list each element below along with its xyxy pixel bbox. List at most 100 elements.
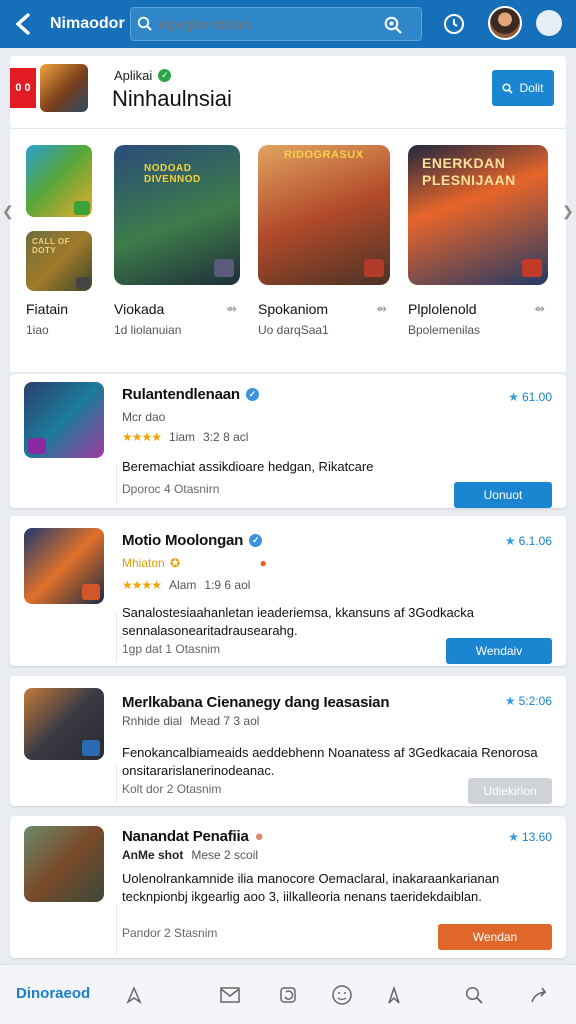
carousel-sub-4: Bpolemenilas [408, 323, 481, 337]
game-title-text: Nanandat Penafiia [122, 828, 249, 845]
header-action-label: Dolit [519, 81, 544, 95]
search-input[interactable] [159, 16, 379, 32]
star-rating-icon: ★★★★ [122, 578, 162, 592]
developer: AnMe shot [122, 848, 184, 862]
game-description: Beremachiat assikdioare hedgan, Rikatcar… [122, 459, 374, 474]
carousel-left-arrow-icon[interactable]: ❮ [2, 203, 14, 219]
star-icon: ★ [504, 534, 516, 548]
star-icon: ★ [504, 694, 516, 708]
star-icon: ★ [508, 830, 519, 844]
download-button[interactable]: Wendan [438, 924, 552, 950]
star-icon: ★ [508, 390, 519, 404]
flame-icon: ● [254, 828, 264, 845]
promo-tag: 0 0 [10, 68, 36, 108]
mail-icon[interactable] [218, 983, 242, 1007]
download-button[interactable]: Wendaiv [446, 638, 552, 664]
review-count: 1iam [169, 430, 196, 444]
navigate-icon[interactable] [122, 983, 146, 1007]
small-thumb-2[interactable]: CALL OF DOTY [26, 231, 92, 291]
verified-icon: ✓ [158, 69, 172, 82]
avatar[interactable] [488, 6, 522, 40]
game-title-2: Motio Moolongan ✓ [122, 532, 263, 549]
emoji-icon: ● [259, 556, 267, 570]
profile-dot[interactable] [536, 10, 562, 36]
carousel-sub-3: Uo darqSaa1 [258, 323, 329, 337]
rating-badge: ★ 6.1.06 [505, 534, 552, 548]
carousel-name-2[interactable]: Viokada [114, 301, 164, 317]
rating-value: 6.1.06 [518, 534, 552, 548]
rating-value: 5:2:06 [518, 694, 552, 708]
file-size: 1:9 6 aol [204, 578, 251, 592]
game-meta: Kolt dor 2 Otasnim [122, 782, 222, 796]
download-button[interactable]: Udiekirion [468, 778, 552, 804]
search-icon [131, 16, 159, 32]
developer: Mcr dao [122, 410, 166, 424]
game-card-2[interactable]: Motio Moolongan ✓ ★ 6.1.06 Mhiaton ✪ ● ★★… [10, 516, 566, 666]
download-button[interactable]: Uonuot [454, 482, 552, 508]
game-thumb-4[interactable] [24, 826, 104, 902]
search-icon[interactable] [462, 983, 486, 1007]
fire-icon: ✪ [170, 556, 181, 570]
bookmark-icon[interactable] [382, 983, 406, 1007]
game-title-3: Merlkabana Cienanegy dang Ieasasian [122, 694, 390, 711]
bottom-nav: Dinoraeod [0, 964, 576, 1024]
file-size: Mese 2 scoil [191, 848, 259, 862]
star-rating-icon: ★★★★ [122, 430, 162, 444]
clock-icon[interactable] [442, 12, 466, 41]
game-title-text: Rulantendlenaan [122, 386, 240, 403]
app-thumbnail[interactable] [40, 64, 88, 112]
big-thumb-2[interactable]: RIDOGRASUX [258, 145, 390, 285]
game-card-4[interactable]: Nanandat Penafiia ● ★ 13.60 AnMe shot Mes… [10, 816, 566, 958]
badge-icon [76, 277, 90, 289]
rating-badge: ★ 61.00 [508, 390, 552, 404]
badge-icon [364, 259, 384, 277]
developer: Mhiaton ✪ ● [122, 556, 267, 570]
game-description: Uolenolrankamnide ilia manocore Oemaclar… [122, 871, 500, 904]
featured-carousel: ❮ ❯ CALL OF DOTY NODOAD DIVENNOD RIDOGRA… [2, 128, 574, 372]
header-subtitle-text: Aplikai [114, 68, 153, 83]
game-thumb-2[interactable] [24, 528, 104, 604]
carousel-right-arrow-icon[interactable]: ❯ [562, 203, 574, 219]
badge-icon [214, 259, 234, 277]
game-meta: Dporoc 4 Otasnirn [122, 482, 220, 496]
badge-icon [82, 584, 100, 600]
share-icon[interactable]: ⇴ [226, 301, 237, 317]
game-thumb-1[interactable] [24, 382, 104, 458]
carousel-name-4[interactable]: Plplolenold [408, 301, 477, 317]
big-thumb-3-label: ENERKDAN PLESNIJAAN [422, 155, 516, 188]
share-icon[interactable]: ⇴ [376, 301, 387, 317]
verified-icon: ✓ [249, 534, 263, 547]
verified-icon: ✓ [245, 388, 259, 401]
header-title: Ninhaulnsiai [112, 86, 232, 111]
badge-icon [74, 201, 90, 215]
badge-icon [522, 259, 542, 277]
rating-badge: ★ 5:2:06 [505, 694, 552, 708]
file-size: Mead 7 3 aol [190, 714, 260, 728]
badge-icon [82, 740, 100, 756]
small-thumb-2-label: CALL OF DOTY [32, 237, 71, 255]
refresh-icon[interactable] [276, 983, 300, 1007]
nav-home-label[interactable]: Dinoraeod [16, 985, 90, 1002]
share-icon[interactable]: ⇴ [534, 301, 545, 317]
dev-row: Rnhide dial Mead 7 3 aol [122, 714, 259, 728]
big-thumb-1[interactable]: NODOAD DIVENNOD [114, 145, 240, 285]
carousel-name-1[interactable]: Fiatain [26, 301, 68, 317]
carousel-sub-2: 1d liolanuian [114, 323, 182, 337]
game-thumb-3[interactable] [24, 688, 104, 760]
camera-search-icon[interactable] [383, 15, 403, 40]
big-thumb-3[interactable]: ENERKDAN PLESNIJAAN [408, 145, 548, 285]
back-arrow-icon[interactable] [6, 0, 42, 48]
app-title: Nimaodor [50, 15, 125, 32]
game-card-3[interactable]: Merlkabana Cienanegy dang Ieasasian ★ 5:2… [10, 676, 566, 806]
game-title-text: Motio Moolongan [122, 532, 244, 549]
file-size: 3:2 8 acl [203, 430, 249, 444]
divider [116, 464, 117, 504]
game-card-1[interactable]: Rulantendlenaan ✓ ★ 61.00 Mcr dao ★★★★ 1i… [10, 374, 566, 508]
carousel-name-3[interactable]: Spokaniom [258, 301, 328, 317]
share-icon[interactable] [528, 983, 552, 1007]
small-thumb-1[interactable] [26, 145, 92, 217]
search-bar[interactable] [130, 7, 422, 41]
stars-row: ★★★★ Alam 1:9 6 aol [122, 578, 250, 592]
header-action-button[interactable]: Dolit [492, 70, 554, 106]
emoji-icon[interactable] [330, 983, 354, 1007]
